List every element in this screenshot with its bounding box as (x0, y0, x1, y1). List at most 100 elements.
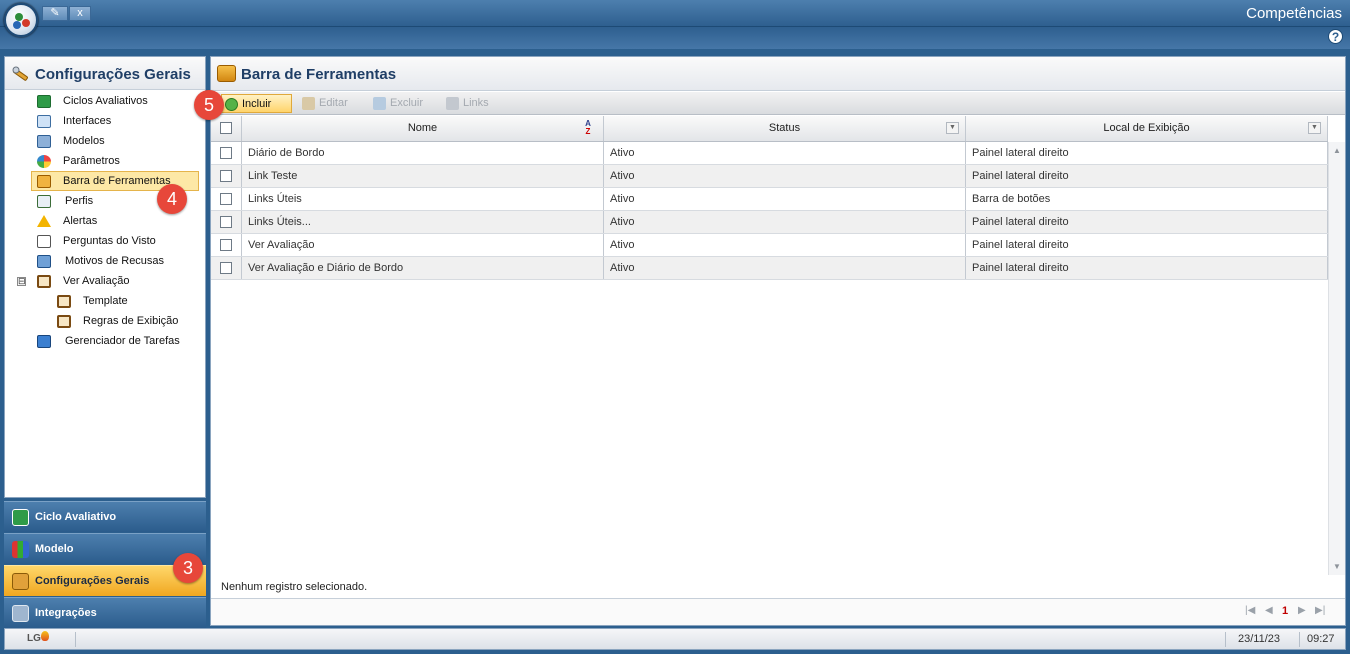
row-checkbox[interactable] (220, 239, 232, 251)
sort-az-icon[interactable]: AZ (580, 120, 596, 138)
table-row[interactable]: Links Úteis... Ativo Painel lateral direit… (211, 211, 1328, 234)
app-menu-orb-icon[interactable] (4, 3, 38, 37)
scroll-down-icon[interactable]: ▼ (1333, 562, 1341, 571)
main-panel: Barra de Ferramentas Incluir Editar Excl… (210, 56, 1346, 626)
step-badge-4: 4 (157, 184, 187, 214)
tree-item-perguntas-do-visto[interactable]: Perguntas do Visto (35, 232, 156, 251)
tree-item-alertas[interactable]: Alertas (35, 212, 97, 231)
row-checkbox[interactable] (220, 193, 232, 205)
table-row[interactable]: Ver Avaliação Ativo Painel lateral direito (211, 234, 1328, 257)
status-divider (1299, 632, 1300, 647)
selection-info: Nenhum registro selecionado. (221, 581, 368, 593)
cell-status: Ativo (604, 257, 966, 279)
status-date: 23/11/23 (1238, 633, 1281, 645)
chevron-down-icon[interactable]: ▼ (1308, 122, 1321, 134)
tree-item-ver-avaliacao[interactable]: Ver Avaliação (35, 272, 129, 291)
grid-header: Nome AZ Status ▼ Local de Exibição ▼ (211, 116, 1328, 142)
row-select-cell (211, 234, 242, 256)
include-button[interactable]: Incluir (221, 94, 292, 113)
add-icon (225, 98, 238, 111)
grid-body: Diário de Bordo Ativo Painel lateral direi… (211, 142, 1328, 280)
first-page-icon[interactable]: |◀ (1245, 605, 1255, 616)
column-header-nome[interactable]: Nome AZ (242, 116, 604, 141)
last-page-icon[interactable]: ▶| (1315, 605, 1325, 616)
toolbar: Incluir Editar Excluir Links (211, 92, 1345, 115)
clipboard-icon (57, 295, 71, 308)
main-header: Barra de Ferramentas (211, 57, 1345, 91)
row-select-cell (211, 211, 242, 233)
trash-icon (373, 97, 386, 110)
warning-icon (37, 215, 51, 227)
left-panel-title: Configurações Gerais (35, 66, 191, 83)
vertical-scrollbar[interactable]: ▲ ▼ (1328, 142, 1345, 575)
pager: |◀ ◀ 1 ▶ ▶| (211, 598, 1345, 625)
profile-icon (37, 195, 51, 208)
cell-status: Ativo (604, 165, 966, 187)
tools-tab[interactable]: ✎ (42, 6, 68, 21)
tree-item-template[interactable]: Template (55, 292, 128, 311)
chevron-down-icon[interactable]: ▼ (946, 122, 959, 134)
column-header-status[interactable]: Status ▼ (604, 116, 966, 141)
app-title: Competências (1246, 5, 1342, 22)
wrench-icon (12, 66, 28, 81)
column-header-local[interactable]: Local de Exibição ▼ (966, 116, 1328, 141)
tree-item-gerenciador-de-tarefas[interactable]: Gerenciador de Tarefas (35, 332, 180, 351)
sub-bar (0, 27, 1350, 49)
cell-local: Painel lateral direito (966, 257, 1328, 279)
row-checkbox[interactable] (220, 262, 232, 274)
prev-page-icon[interactable]: ◀ (1265, 605, 1273, 616)
row-select-cell (211, 188, 242, 210)
nav-ciclo-avaliativo[interactable]: Ciclo Avaliativo (4, 501, 206, 532)
left-panel-header: Configurações Gerais (5, 57, 205, 90)
tree-item-ciclos-avaliativos[interactable]: Ciclos Avaliativos (35, 92, 148, 111)
tree-item-modelos[interactable]: Modelos (35, 132, 105, 151)
table-row[interactable]: Link Teste Ativo Painel lateral direito (211, 165, 1328, 188)
delete-button[interactable]: Excluir (370, 94, 434, 113)
status-divider (1225, 632, 1226, 647)
table-row[interactable]: Links Úteis Ativo Barra de botões (211, 188, 1328, 211)
step-badge-3: 3 (173, 553, 203, 583)
row-checkbox[interactable] (220, 216, 232, 228)
cycle-icon (12, 509, 29, 526)
reject-icon (37, 255, 51, 268)
plug-icon (12, 605, 29, 622)
cell-nome: Diário de Bordo (242, 142, 604, 164)
models-icon (12, 541, 29, 558)
clipboard-icon (57, 315, 71, 328)
close-tab-button[interactable]: x (69, 6, 91, 21)
help-icon[interactable]: ? (1328, 29, 1343, 44)
toolbox-icon (37, 175, 51, 188)
tree-item-regras-de-exibicao[interactable]: Regras de Exibição (55, 312, 178, 331)
select-all-checkbox[interactable] (220, 122, 232, 134)
tree-item-interfaces[interactable]: Interfaces (35, 112, 111, 131)
cell-status: Ativo (604, 142, 966, 164)
collapse-toggle[interactable]: ⊟ (17, 277, 26, 286)
table-row[interactable]: Diário de Bordo Ativo Painel lateral direi… (211, 142, 1328, 165)
row-select-cell (211, 165, 242, 187)
table-row[interactable]: Ver Avaliação e Diário de Bordo Ativo Pain… (211, 257, 1328, 280)
models-icon (37, 135, 51, 148)
tree-item-motivos-de-recusas[interactable]: Motivos de Recusas (35, 252, 164, 271)
status-divider (75, 632, 76, 647)
tree-item-perfis[interactable]: Perfis (35, 192, 93, 211)
cell-nome: Links Úteis (242, 188, 604, 210)
toolbox-icon (217, 65, 236, 82)
nav-integracoes[interactable]: Integrações (4, 597, 206, 628)
row-checkbox[interactable] (220, 147, 232, 159)
next-page-icon[interactable]: ▶ (1298, 605, 1306, 616)
interface-icon (37, 115, 51, 128)
links-button[interactable]: Links (443, 94, 498, 113)
row-checkbox[interactable] (220, 170, 232, 182)
cell-local: Barra de botões (966, 188, 1328, 210)
cell-nome: Ver Avaliação e Diário de Bordo (242, 257, 604, 279)
current-page[interactable]: 1 (1282, 605, 1288, 617)
cell-status: Ativo (604, 188, 966, 210)
title-bar (0, 0, 1350, 27)
data-grid: Nome AZ Status ▼ Local de Exibição ▼ Diá… (211, 116, 1328, 280)
row-select-cell (211, 257, 242, 279)
scroll-up-icon[interactable]: ▲ (1333, 146, 1341, 155)
edit-button[interactable]: Editar (299, 94, 359, 113)
cycle-icon (37, 95, 51, 108)
lg-logo: LG (27, 633, 41, 644)
tree-item-parametros[interactable]: Parâmetros (35, 152, 120, 171)
